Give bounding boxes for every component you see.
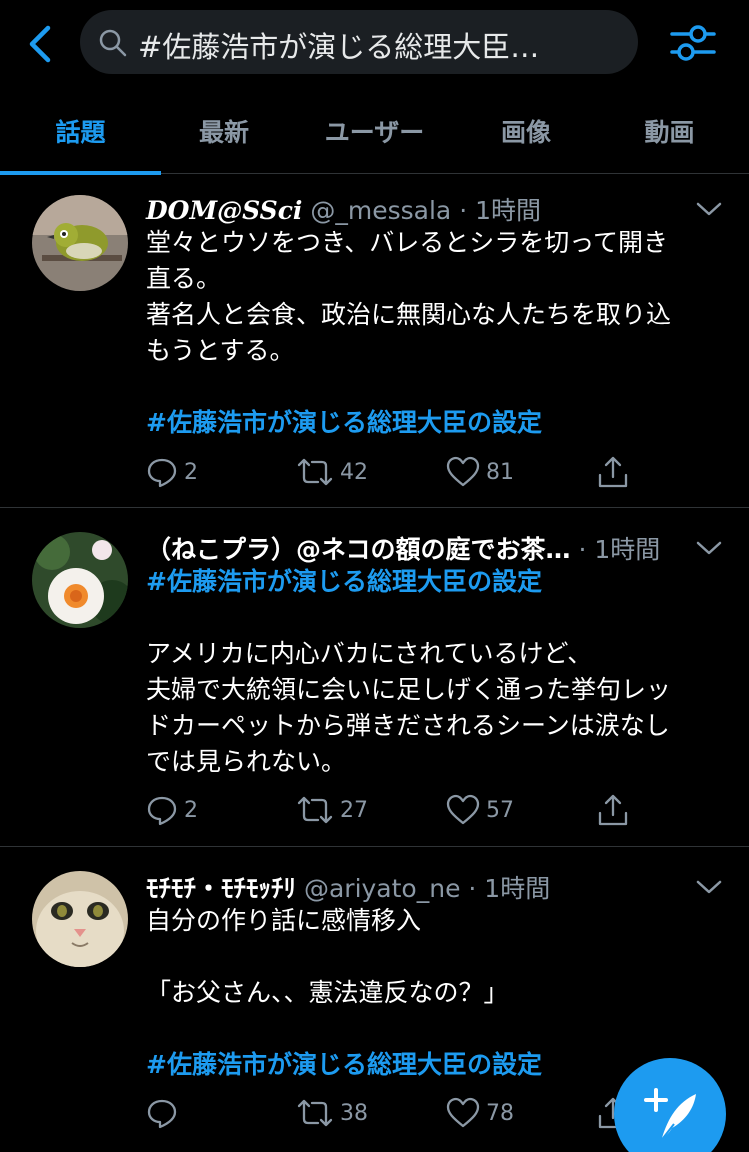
search-query: #佐藤浩市が演じる総理大臣… [138, 30, 540, 64]
heart-icon [446, 794, 480, 825]
heart-icon [446, 456, 480, 487]
retweet-icon [297, 1099, 333, 1127]
timestamp: · 1時間 [578, 535, 661, 564]
tweet-line: 堂々とウソをつき、バレるとシラを切って開き [146, 228, 669, 257]
tweet-line: 夫婦で大統領に会いに足しげく通った挙句レッ [146, 675, 672, 704]
reply-button[interactable]: 2 [146, 452, 198, 492]
heart-icon [446, 1097, 480, 1128]
tweet-header: （ねこプラ）@ネコの額の庭でお茶… · 1時間 [146, 530, 660, 566]
avatar[interactable] [32, 532, 128, 628]
share-icon [598, 794, 628, 826]
tweet-line: では見られない。 [146, 747, 347, 776]
share-button[interactable] [596, 452, 636, 492]
tab-videos[interactable]: 動画 [590, 88, 749, 174]
tweet-text: 自分の作り話に感情移入 「お父さん、、憲法違反なの？」 #佐藤浩市が演じる総理大… [146, 903, 706, 1083]
chevron-down-icon[interactable] [694, 538, 724, 558]
reply-icon [147, 458, 177, 488]
tweet-line: もうとする。 [146, 336, 295, 365]
avatar[interactable] [32, 871, 128, 967]
search-icon [99, 29, 127, 57]
reply-button[interactable] [146, 1093, 184, 1133]
tweet[interactable]: （ねこプラ）@ネコの額の庭でお茶… · 1時間 #佐藤浩市が演じる総理大臣の設定… [0, 508, 749, 847]
share-icon [598, 456, 628, 488]
sliders-icon [670, 25, 716, 61]
reply-icon [147, 796, 177, 826]
display-name[interactable]: DOM@SSci [146, 196, 302, 225]
hashtag-link[interactable]: #佐藤浩市が演じる総理大臣の設定 [146, 405, 706, 441]
display-name[interactable]: ﾓﾁﾓﾁ・ﾓﾁﾓｯﾁﾘ [146, 874, 296, 903]
chevron-down-icon[interactable] [694, 199, 724, 219]
retweet-button[interactable]: 27 [296, 790, 368, 830]
tab-photos[interactable]: 画像 [462, 88, 590, 174]
tweet-header: DOM@SSci @_messala · 1時間 [146, 191, 541, 227]
reply-count: 2 [184, 797, 198, 823]
header: #佐藤浩市が演じる総理大臣… [0, 0, 749, 84]
retweet-icon [297, 458, 333, 486]
search-input[interactable]: #佐藤浩市が演じる総理大臣… [80, 10, 638, 74]
feather-plus-icon [644, 1088, 696, 1143]
tweet-line: 「お父さん、、憲法違反なの？」 [146, 978, 509, 1007]
like-button[interactable]: 78 [446, 1093, 514, 1133]
tweet-line: ドカーペットから弾きだされるシーンは涙なし [146, 711, 670, 740]
compose-tweet-button[interactable] [614, 1058, 726, 1152]
back-button[interactable] [22, 22, 58, 66]
tweet-actions: 2 42 81 [146, 452, 646, 492]
display-name[interactable]: （ねこプラ）@ネコの額の庭でお茶… [146, 535, 571, 564]
retweet-count: 42 [340, 459, 368, 485]
tweet-text: 堂々とウソをつき、バレるとシラを切って開き 直る。 著名人と会食、政治に無関心な… [146, 225, 706, 441]
tweet-line: 自分の作り話に感情移入 [146, 906, 422, 935]
reply-icon [147, 1099, 177, 1129]
handle[interactable]: @_messala [310, 196, 451, 225]
retweet-count: 27 [340, 797, 368, 823]
reply-button[interactable]: 2 [146, 790, 198, 830]
search-tabs: 話題 最新 ユーザー 画像 動画 [0, 88, 749, 175]
hashtag-link[interactable]: #佐藤浩市が演じる総理大臣の設定 [146, 564, 706, 600]
retweet-button[interactable]: 42 [296, 452, 368, 492]
like-count: 78 [486, 1100, 514, 1126]
like-button[interactable]: 57 [446, 790, 514, 830]
tweet-text: #佐藤浩市が演じる総理大臣の設定 アメリカに内心バカにされているけど、 夫婦で大… [146, 564, 706, 780]
retweet-button[interactable]: 38 [296, 1093, 368, 1133]
tab-latest[interactable]: 最新 [161, 88, 287, 174]
tweet[interactable]: DOM@SSci @_messala · 1時間 堂々とウソをつき、バレるとシラ… [0, 175, 749, 508]
chevron-down-icon[interactable] [694, 877, 724, 897]
handle[interactable]: @ariyato_ne [304, 874, 460, 903]
share-button[interactable] [596, 790, 636, 830]
timestamp: · 1時間 [459, 196, 542, 225]
like-count: 81 [486, 459, 514, 485]
like-button[interactable]: 81 [446, 452, 514, 492]
tab-people[interactable]: ユーザー [287, 88, 462, 174]
tweet-header: ﾓﾁﾓﾁ・ﾓﾁﾓｯﾁﾘ @ariyato_ne · 1時間 [146, 869, 550, 905]
timestamp: · 1時間 [468, 874, 551, 903]
like-count: 57 [486, 797, 514, 823]
tab-top[interactable]: 話題 [0, 88, 161, 175]
search-settings-button[interactable] [668, 20, 718, 66]
tweet-actions: 38 78 [146, 1093, 646, 1133]
tweet-line: アメリカに内心バカにされているけど、 [146, 639, 593, 668]
retweet-count: 38 [340, 1100, 368, 1126]
tweet-actions: 2 27 57 [146, 790, 646, 830]
chevron-left-icon [29, 25, 51, 63]
reply-count: 2 [184, 459, 198, 485]
tweet-line: 著名人と会食、政治に無関心な人たちを取り込 [146, 300, 672, 329]
tweet-line: 直る。 [146, 264, 222, 293]
retweet-icon [297, 796, 333, 824]
avatar[interactable] [32, 195, 128, 291]
